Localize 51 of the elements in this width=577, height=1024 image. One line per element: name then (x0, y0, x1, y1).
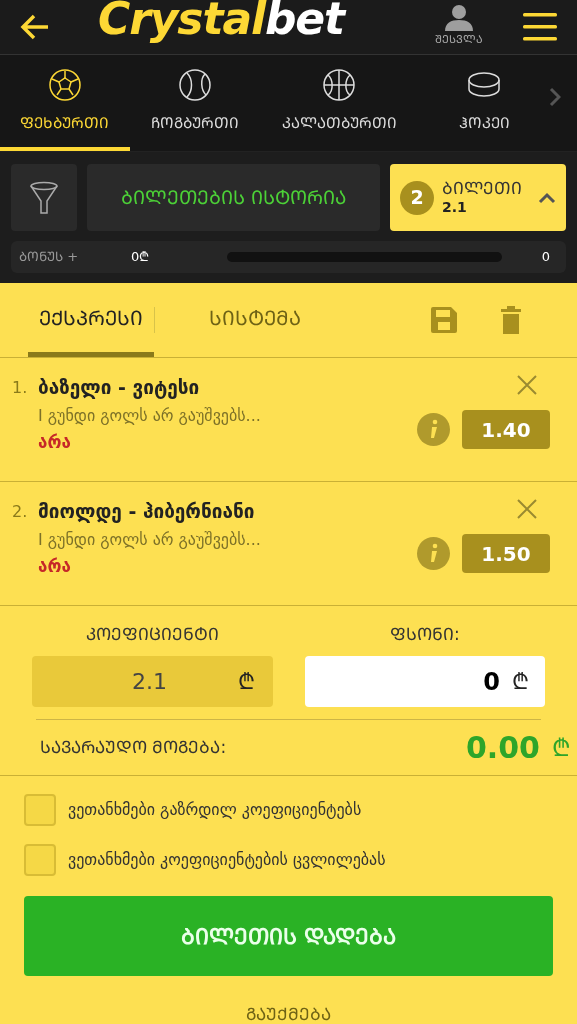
ticket-toggle[interactable]: 2 ᲑᲘᲚᲔᲗᲘ 2.1 (390, 164, 566, 231)
close-icon[interactable] (516, 374, 538, 396)
checkbox-label: ვეთანხმები კოეფიციენტების ცვლილებას (68, 849, 386, 871)
sport-tab[interactable]: ᲩᲝᲒᲑᲣᲠᲗᲘ (129, 55, 260, 151)
bonus-amount: 0₾ (131, 248, 151, 267)
bet-pick: არა (38, 431, 72, 454)
bet-number: 1. (12, 377, 29, 399)
possible-win-value: 0.00 (465, 729, 540, 767)
save-icon[interactable] (431, 307, 457, 333)
cancel-link[interactable]: ᲒᲐᲣᲥᲛᲔᲑᲐ (246, 1002, 331, 1024)
stake-label: ᲤᲡᲝᲜᲘ: (389, 623, 460, 646)
bonus-reading: 0 (541, 248, 550, 267)
login-label[interactable]: ᲨᲔᲡᲕᲚᲐ (435, 32, 483, 49)
currency-sign: ₾ (552, 732, 571, 764)
brand-logo: Crystalbet (98, 0, 345, 41)
bet-type-tab[interactable]: ᲡᲘᲡᲢᲔᲛᲐ (185, 283, 325, 357)
user-icon[interactable] (445, 5, 473, 32)
soccer-ball-icon (47, 67, 82, 102)
coefficient-field: 2.1 ₾ (32, 656, 273, 707)
tennis-ball-icon (177, 67, 212, 102)
coefficient-label: ᲙᲝᲔᲤᲘᲪᲘᲔᲜᲢᲘ (85, 623, 219, 646)
ticket-history-button[interactable]: ᲑᲘᲚᲔᲗᲔᲑᲘᲡ ᲘᲡᲢᲝᲠᲘᲐ (87, 164, 380, 231)
checkbox[interactable] (24, 794, 56, 826)
market-name: I გუნდი გოლს არ გაუშვებს... (38, 405, 261, 427)
ticket-count-badge: 2 (400, 180, 434, 215)
bet-number: 2. (12, 501, 29, 523)
checkbox[interactable] (24, 844, 56, 876)
match-name: ბაზელი - ვიტესი (38, 375, 201, 400)
bet-type-tab[interactable]: ᲔᲥᲡᲞᲠᲔᲡᲘ (28, 283, 154, 357)
checkbox-label: ვეთანხმები გაზრდილ კოეფიციენტებს (68, 799, 362, 821)
bonus-label: ᲑᲝᲜᲣᲡ + (19, 248, 80, 267)
match-name: მიოლდე - ჰიბერნიანი (38, 499, 256, 524)
sport-tab[interactable]: ᲙᲐᲚᲐᲗᲑᲣᲠᲗᲘ (259, 55, 420, 151)
sport-tab[interactable]: ᲰᲝᲙᲔᲘ (419, 55, 549, 151)
ticket-odds: 2.1 (442, 199, 468, 217)
trash-icon[interactable] (501, 306, 521, 334)
filter-button[interactable] (11, 164, 77, 231)
chevron-up-icon (538, 191, 556, 204)
bet-pick: არა (38, 555, 72, 578)
filter-icon (29, 180, 59, 215)
basketball-icon (322, 67, 357, 102)
stake-input[interactable]: 0 ₾ (304, 656, 545, 707)
close-icon[interactable] (516, 498, 538, 520)
back-arrow-icon[interactable] (20, 14, 50, 40)
info-icon[interactable] (417, 537, 450, 570)
info-icon[interactable] (417, 413, 450, 446)
menu-icon[interactable] (523, 13, 557, 41)
ticket-label: ᲑᲘᲚᲔᲗᲘ (442, 178, 522, 200)
possible-win-label: ᲡᲐᲕᲐᲠᲐᲣᲓᲝ ᲛᲝᲒᲔᲑᲐ: (40, 735, 227, 759)
market-name: I გუნდი გოლს არ გაუშვებს... (38, 529, 261, 551)
chevron-right-icon[interactable] (549, 87, 561, 107)
